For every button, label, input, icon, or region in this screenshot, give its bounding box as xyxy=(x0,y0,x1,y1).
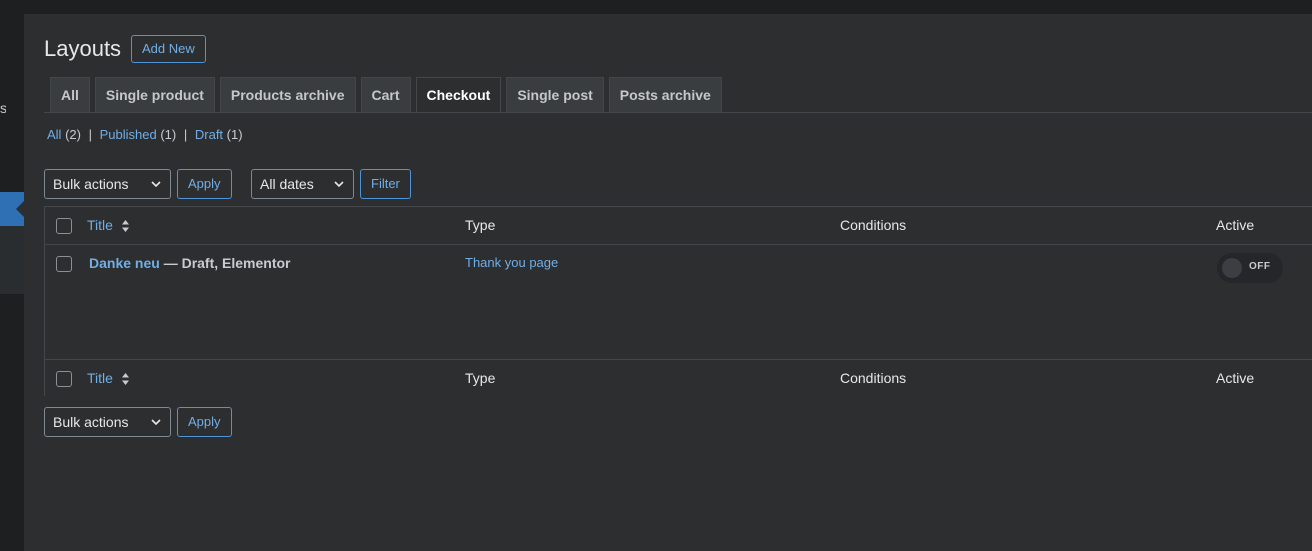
tab-products-archive[interactable]: Products archive xyxy=(219,77,356,112)
column-title-label: Title xyxy=(87,217,113,233)
column-title-sortable-bottom[interactable]: Title xyxy=(87,370,130,386)
page-title: Layouts xyxy=(44,36,122,61)
status-count-draft: (1) xyxy=(226,127,243,142)
row-type-link[interactable]: Thank you page xyxy=(465,255,558,270)
status-link-draft[interactable]: Draft xyxy=(195,127,223,142)
tab-cart[interactable]: Cart xyxy=(360,77,411,112)
tab-posts-archive[interactable]: Posts archive xyxy=(608,77,722,112)
table-row: Danke neu — Draft, Elementor Thank you p… xyxy=(45,245,1312,359)
tab-single-post[interactable]: Single post xyxy=(506,77,604,112)
row-post-state: — Draft, Elementor xyxy=(159,255,291,271)
tab-checkout[interactable]: Checkout xyxy=(415,77,502,113)
row-checkbox[interactable] xyxy=(56,256,72,272)
column-conditions: Conditions xyxy=(840,217,907,233)
column-type: Type xyxy=(465,217,496,233)
main-content: Layouts Add New All Single product Produ… xyxy=(24,14,1312,551)
tab-all[interactable]: All xyxy=(50,77,90,112)
row-title-cell: Danke neu — Draft, Elementor xyxy=(89,255,291,271)
layout-type-tabs: All Single product Products archive Cart… xyxy=(50,77,722,113)
active-indicator-notch xyxy=(16,201,24,217)
active-toggle[interactable]: OFF xyxy=(1217,253,1283,283)
sidebar-active-menu-item[interactable] xyxy=(0,192,24,226)
sort-icon xyxy=(121,373,129,386)
admin-sidebar: s xyxy=(0,14,24,551)
apply-button-bottom[interactable]: Apply xyxy=(177,407,232,437)
filter-button[interactable]: Filter xyxy=(360,169,411,199)
layouts-table: Title Type Conditions Active Danke neu —… xyxy=(44,206,1312,397)
separator: | xyxy=(183,127,188,142)
bulk-actions-select-top[interactable]: Bulk actions xyxy=(44,169,171,199)
select-all-checkbox[interactable] xyxy=(56,218,72,234)
sidebar-text-fragment[interactable]: s xyxy=(0,100,6,116)
separator: | xyxy=(88,127,92,142)
admin-top-bar xyxy=(0,0,1312,14)
add-new-button[interactable]: Add New xyxy=(131,35,206,63)
status-filter-links: All (2) | Published (1) | Draft (1) xyxy=(47,127,243,142)
sidebar-submenu xyxy=(0,226,24,294)
chevron-down-icon xyxy=(151,419,161,426)
tab-single-product[interactable]: Single product xyxy=(94,77,215,112)
column-conditions-bottom: Conditions xyxy=(840,370,907,386)
table-header: Title Type Conditions Active xyxy=(45,207,1312,245)
bulk-actions-select-bottom[interactable]: Bulk actions xyxy=(44,407,171,437)
column-type-bottom: Type xyxy=(465,370,496,386)
apply-button-top[interactable]: Apply xyxy=(177,169,232,199)
table-body: Danke neu — Draft, Elementor Thank you p… xyxy=(45,245,1312,359)
status-link-published[interactable]: Published xyxy=(100,127,157,142)
row-title-link[interactable]: Danke neu xyxy=(89,255,160,271)
status-link-all[interactable]: All xyxy=(47,127,61,142)
toggle-state-label: OFF xyxy=(1249,261,1271,272)
sort-icon xyxy=(121,220,129,233)
bulk-actions-value: Bulk actions xyxy=(53,176,129,192)
status-count-all: (2) xyxy=(65,127,81,142)
column-title-label: Title xyxy=(87,370,113,386)
column-title-sortable[interactable]: Title xyxy=(87,217,130,233)
status-count-published: (1) xyxy=(160,127,177,142)
tabs-divider xyxy=(44,112,1312,113)
column-active: Active xyxy=(1216,217,1255,233)
date-filter-select[interactable]: All dates xyxy=(251,169,354,199)
column-active-bottom: Active xyxy=(1216,370,1255,386)
date-filter-value: All dates xyxy=(260,176,314,192)
chevron-down-icon xyxy=(334,181,344,188)
select-all-checkbox-bottom[interactable] xyxy=(56,371,72,387)
bulk-actions-value: Bulk actions xyxy=(53,414,129,430)
table-footer: Title Type Conditions Active xyxy=(45,359,1312,397)
toggle-knob xyxy=(1222,258,1242,278)
chevron-down-icon xyxy=(151,181,161,188)
